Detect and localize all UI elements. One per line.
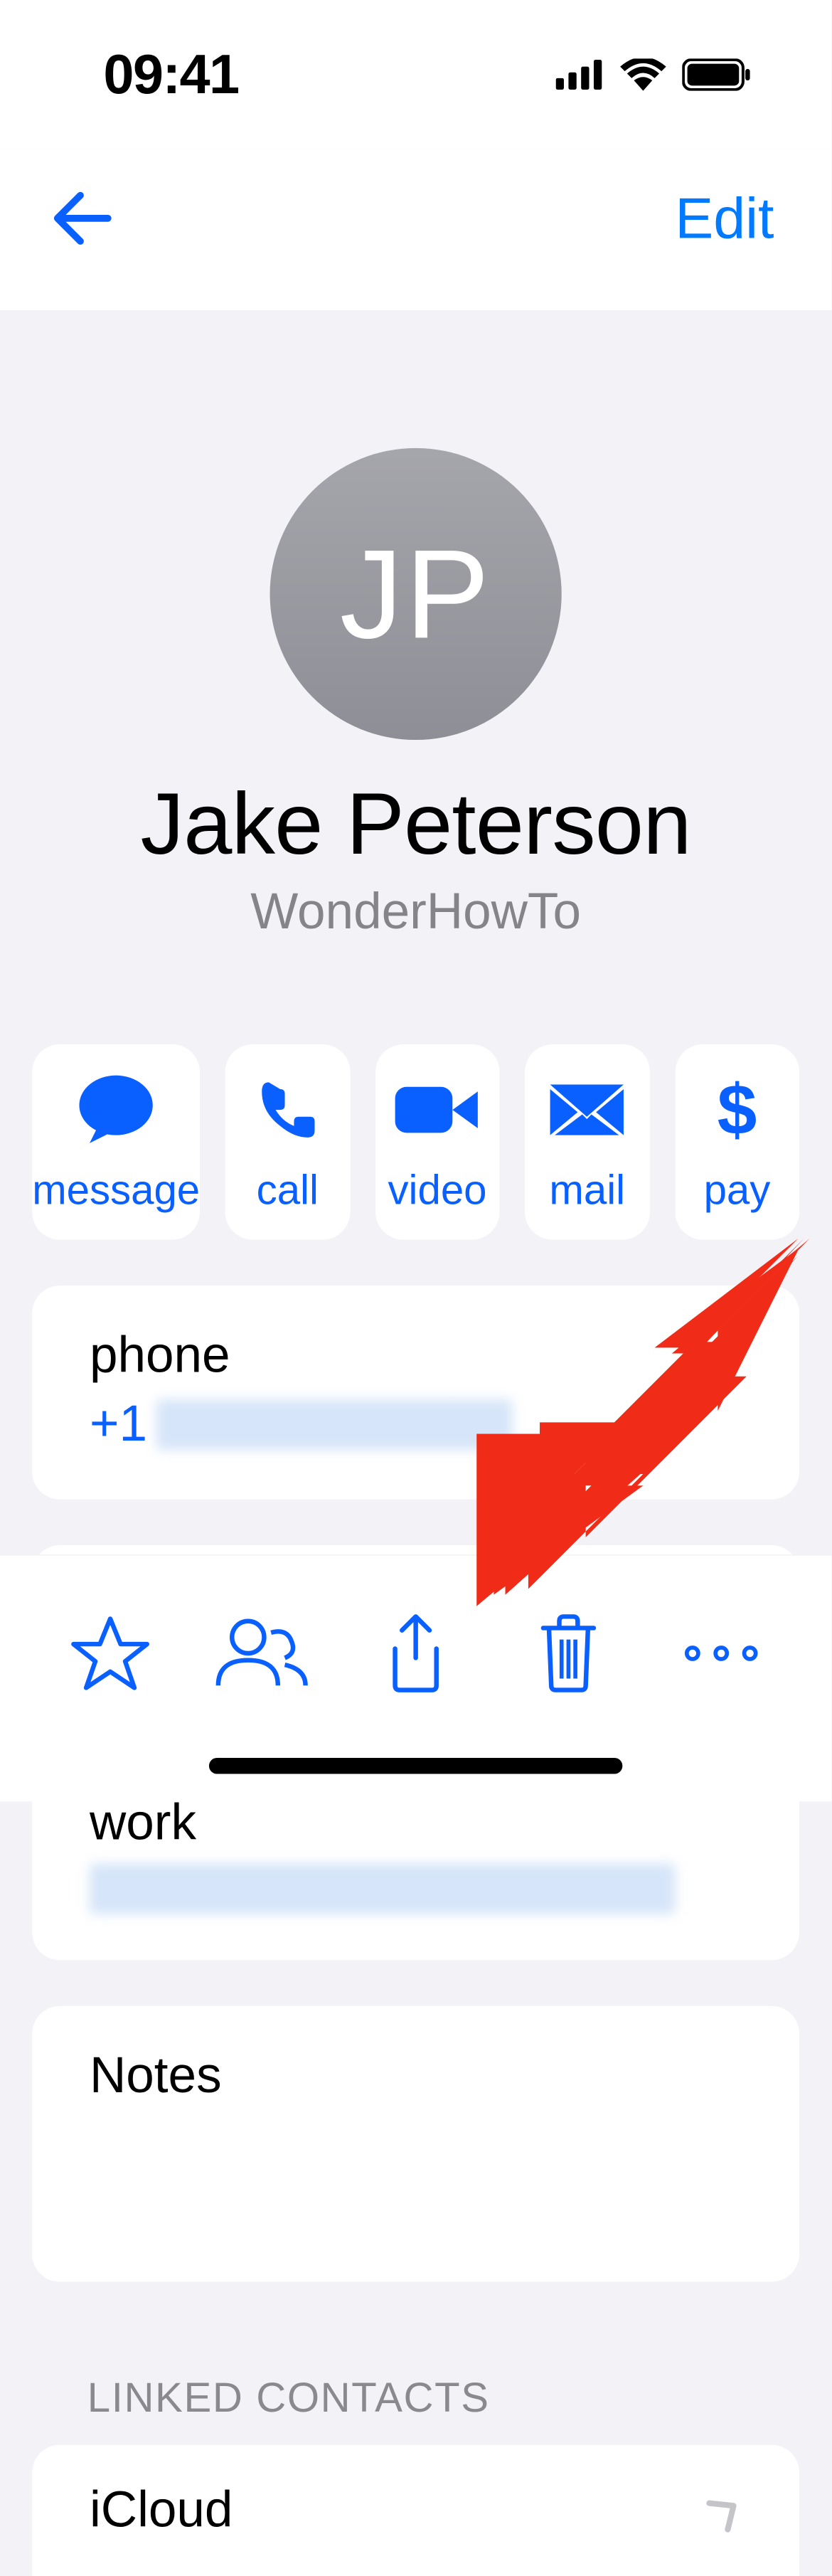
work-value <box>90 1864 742 1914</box>
edit-button[interactable]: Edit <box>663 185 785 252</box>
phone-icon <box>255 1070 319 1150</box>
contacts-silhouette-icon <box>214 1616 313 1689</box>
message-icon <box>76 1070 156 1150</box>
more-icon <box>681 1643 761 1662</box>
video-icon <box>395 1070 480 1150</box>
home-indicator <box>209 1758 622 1774</box>
phone-card: phone +1 <box>32 1286 799 1499</box>
redacted-work <box>90 1864 676 1914</box>
share-button[interactable] <box>358 1595 474 1710</box>
linked-label: iCloud <box>90 2481 233 2539</box>
field-label: phone <box>90 1327 742 1384</box>
video-button[interactable]: video <box>375 1044 499 1240</box>
chevron-right-icon <box>703 2485 751 2536</box>
avatar-initials: JP <box>340 521 492 667</box>
status-icons <box>556 58 752 90</box>
phone-value: +1 <box>90 1396 742 1453</box>
delete-button[interactable] <box>511 1595 626 1710</box>
phone-prefix: +1 <box>90 1396 147 1453</box>
star-icon <box>70 1613 152 1692</box>
share-icon <box>383 1611 447 1694</box>
action-label: mail <box>549 1166 625 1214</box>
contact-name: Jake Peterson <box>141 775 691 875</box>
action-buttons: message call video <box>0 1044 831 1240</box>
pay-button[interactable]: $ pay <box>675 1044 799 1240</box>
cellular-icon <box>556 60 604 90</box>
redacted-phone <box>156 1399 513 1450</box>
trash-icon <box>538 1613 598 1692</box>
favorite-button[interactable] <box>53 1595 169 1710</box>
notes-label: Notes <box>90 2047 742 2105</box>
field-label: work <box>90 1795 742 1853</box>
dollar-icon: $ <box>718 1070 757 1150</box>
back-button[interactable] <box>46 184 115 253</box>
mail-icon <box>548 1070 626 1150</box>
status-time: 09:41 <box>103 43 238 107</box>
battery-icon <box>682 58 751 90</box>
contacts-button[interactable] <box>206 1595 321 1710</box>
contact-header: JP Jake Peterson WonderHowTo <box>0 310 831 987</box>
action-label: message <box>32 1166 200 1214</box>
phone-row[interactable]: phone +1 <box>90 1286 742 1499</box>
call-button[interactable]: call <box>225 1044 350 1240</box>
message-button[interactable]: message <box>32 1044 200 1240</box>
mail-button[interactable]: mail <box>525 1044 649 1240</box>
action-label: pay <box>704 1166 771 1214</box>
back-arrow-icon <box>48 191 112 246</box>
linked-icloud-row[interactable]: iCloud <box>32 2445 799 2576</box>
action-label: call <box>257 1166 319 1214</box>
wifi-icon <box>620 58 666 90</box>
contact-company: WonderHowTo <box>250 884 581 941</box>
notes-card[interactable]: Notes <box>32 2006 799 2282</box>
action-label: video <box>388 1166 486 1214</box>
linked-section-title: LINKED CONTACTS <box>87 2374 832 2422</box>
nav-bar: Edit <box>0 149 831 310</box>
status-bar: 09:41 <box>0 0 831 149</box>
avatar[interactable]: JP <box>270 448 562 740</box>
more-button[interactable] <box>663 1595 779 1710</box>
